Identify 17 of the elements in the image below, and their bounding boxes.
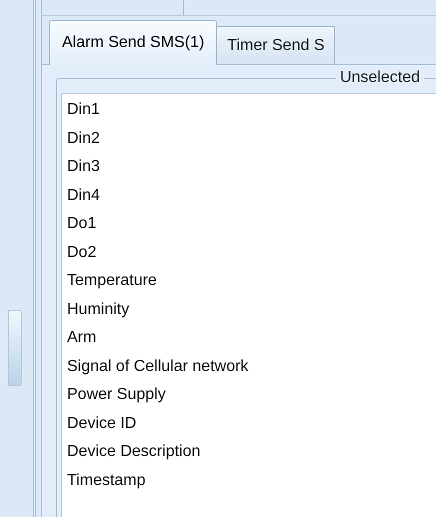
list-item[interactable]: Device Description [67, 438, 200, 466]
list-item[interactable]: Din4 [67, 182, 100, 210]
list-item[interactable]: Arm [67, 324, 96, 352]
list-item[interactable]: Device ID [67, 410, 136, 438]
list-item[interactable]: Power Supply [67, 381, 166, 410]
list-item[interactable]: Din3 [67, 153, 100, 182]
tab[interactable]: Timer Send S [217, 26, 336, 64]
list-item[interactable]: Signal of Cellular network [67, 352, 248, 381]
list-item[interactable]: Do2 [67, 238, 96, 267]
list-item[interactable]: Temperature [67, 267, 157, 296]
list-item[interactable]: Din1 [67, 96, 100, 124]
list-item[interactable]: Huminity [67, 296, 130, 324]
list-item[interactable]: Din2 [67, 124, 100, 153]
tab[interactable]: Alarm Send SMS(1) [49, 20, 218, 65]
list-item[interactable]: Do1 [67, 210, 96, 238]
list-item[interactable]: Timestamp [67, 466, 146, 495]
side-scroll-handle[interactable] [8, 310, 22, 386]
